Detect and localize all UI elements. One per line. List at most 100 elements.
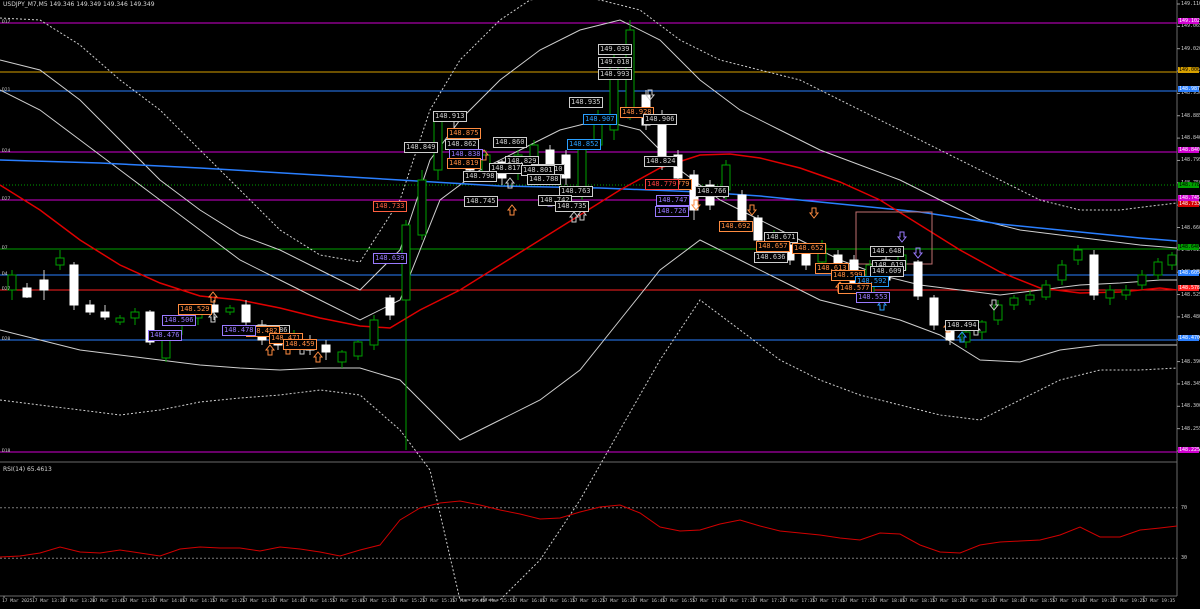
price-mark-label: 148.478 xyxy=(222,325,256,336)
level-label: D18 xyxy=(2,449,11,454)
time-label: 17 Mar 16:55 xyxy=(662,599,696,604)
time-label: 17 Mar 15:15 xyxy=(362,599,396,604)
price-mark-label: 148.692 xyxy=(719,221,753,232)
price-tick-label: 148.345 xyxy=(1181,380,1200,387)
candle-body xyxy=(55,257,65,266)
price-tick-label: 148.300 xyxy=(1181,403,1200,410)
candle-body xyxy=(130,311,140,319)
time-label: 17 Mar 17:25 xyxy=(752,599,786,604)
price-mark-label: 148.875 xyxy=(447,128,481,139)
candle-body xyxy=(115,317,125,323)
price-mark-label: 148.913 xyxy=(433,111,467,122)
price-mark-label: 148.648 xyxy=(870,246,904,257)
price-mark-label: 148.529 xyxy=(178,304,212,315)
arrow-up-icon xyxy=(264,344,276,356)
time-label: 17 Mar 17:45 xyxy=(812,599,846,604)
candle-body xyxy=(1009,297,1019,306)
level-label: D4 xyxy=(2,272,8,277)
price-mark-label: 148.735 xyxy=(555,201,589,212)
price-mark-label: 148.819 xyxy=(447,158,481,169)
time-label: 17 Mar 19:25 xyxy=(1112,599,1146,604)
time-label: 17 Mar 15:45 xyxy=(452,599,486,604)
price-mark-label: 148.852 xyxy=(567,139,601,150)
time-label: 17 Mar 14:15 xyxy=(182,599,216,604)
time-label: 17 Mar 2025 xyxy=(2,599,33,604)
time-label: 17 Mar 18:05 xyxy=(872,599,906,604)
level-label: D20 xyxy=(2,337,11,342)
time-label: 17 Mar 16:35 xyxy=(602,599,636,604)
time-label: 17 Mar 18:15 xyxy=(902,599,936,604)
candle-body xyxy=(1041,284,1051,298)
price-tick-label: 148.660 xyxy=(1181,224,1200,231)
candle-body xyxy=(85,304,95,313)
price-tag: 148.987 xyxy=(1178,86,1200,92)
level-label: D27 xyxy=(2,287,11,292)
time-label: 17 Mar 15:55 xyxy=(482,599,516,604)
price-tag: 148.470 xyxy=(1178,335,1200,341)
price-mark-label: 148.849 xyxy=(404,142,438,153)
price-mark-label: 148.652 xyxy=(792,243,826,254)
rsi-title: RSI(14) 65.4613 xyxy=(3,466,52,473)
price-tick-label: 148.390 xyxy=(1181,358,1200,365)
band-lower-outer xyxy=(0,299,1178,601)
time-label: 17 Mar 17:55 xyxy=(842,599,876,604)
time-label: 17 Mar 16:25 xyxy=(572,599,606,604)
rsi-panel xyxy=(0,500,1178,559)
candlesticks xyxy=(7,20,1177,450)
arrow-down-icon xyxy=(746,204,758,216)
time-label: 17 Mar 16:15 xyxy=(542,599,576,604)
arrow-down-icon xyxy=(896,231,908,243)
time-label: 17 Mar 13:10 xyxy=(32,599,66,604)
candle-body xyxy=(929,297,939,326)
candle-body xyxy=(753,217,763,241)
price-mark-label: 148.766 xyxy=(695,186,729,197)
time-label: 17 Mar 14:05 xyxy=(152,599,186,604)
price-tag: 148.640 xyxy=(1178,244,1200,250)
time-label: 17 Mar 17:15 xyxy=(722,599,756,604)
time-label: 17 Mar 14:25 xyxy=(212,599,246,604)
price-mark-label: 148.906 xyxy=(643,114,677,125)
arrow-up-icon xyxy=(312,351,324,363)
candle-body xyxy=(353,341,363,357)
price-mark-label: 148.747 xyxy=(656,195,690,206)
time-label: 17 Mar 14:45 xyxy=(272,599,306,604)
price-tag: 149.000 xyxy=(1178,67,1200,73)
candle-body xyxy=(1105,289,1115,299)
candle-body xyxy=(225,307,235,313)
time-label: 17 Mar 19:15 xyxy=(1082,599,1116,604)
level-label: D17 xyxy=(2,20,11,25)
time-label: 17 Mar 18:55 xyxy=(1022,599,1056,604)
price-mark-label: 148.745 xyxy=(464,196,498,207)
level-label: D24 xyxy=(2,149,11,154)
candle-body xyxy=(577,144,587,191)
time-label: 17 Mar 13:55 xyxy=(122,599,156,604)
price-tick-label: 149.110 xyxy=(1181,1,1200,7)
time-label: 17 Mar 15:35 xyxy=(422,599,456,604)
candle-body xyxy=(369,319,379,346)
time-label: 17 Mar 18:35 xyxy=(962,599,996,604)
price-tag: 148.733 xyxy=(1178,201,1200,207)
price-tick-label: 148.255 xyxy=(1181,425,1200,432)
candle-body xyxy=(1057,264,1067,281)
candle-body xyxy=(337,351,347,363)
arrow-down-icon xyxy=(808,207,820,219)
price-mark-label: 148.657 xyxy=(756,241,790,252)
candle-body xyxy=(22,287,32,298)
price-mark-label: 148.798 xyxy=(463,171,497,182)
price-mark-label: 148.639 xyxy=(373,253,407,264)
level-label: D27 xyxy=(2,197,11,202)
rsi-scale-label: 70 xyxy=(1181,504,1188,511)
price-tick-label: 148.885 xyxy=(1181,112,1200,119)
price-tick-label: 149.065 xyxy=(1181,23,1200,30)
candle-body xyxy=(913,261,923,297)
candle-body xyxy=(1073,249,1083,261)
price-tick-label: 148.795 xyxy=(1181,157,1200,164)
candle-body xyxy=(385,297,395,316)
level-label: D21 xyxy=(2,88,11,93)
price-tag: 148.578 xyxy=(1178,285,1200,291)
candle-body xyxy=(321,344,331,353)
price-tick-label: 148.480 xyxy=(1181,313,1200,320)
level-label: D7 xyxy=(2,246,8,251)
candle-body xyxy=(69,264,79,306)
price-mark-label: 148.459 xyxy=(283,339,317,350)
